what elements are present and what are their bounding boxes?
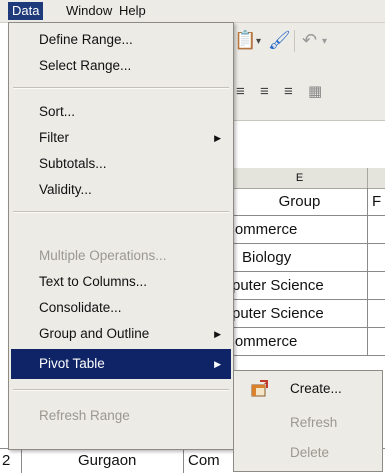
menu-item-refresh-range: Refresh Range xyxy=(39,408,130,423)
menu-item-select-range[interactable]: Select Range... xyxy=(11,53,231,79)
column-header-f[interactable] xyxy=(368,168,385,188)
formula-bar[interactable] xyxy=(232,120,385,170)
pivot-table-submenu: Create... Refresh Delete xyxy=(233,370,383,472)
menu-item-label: Filter xyxy=(39,130,69,145)
menu-item-multiple-operations: Multiple Operations... xyxy=(39,248,167,263)
submenu-arrow-icon: ▶ xyxy=(214,329,221,339)
menu-item-pivot-table[interactable]: Pivot Table ▶ xyxy=(11,349,231,379)
menu-item-group-and-outline[interactable]: Group and Outline ▶ xyxy=(11,321,231,347)
menu-separator xyxy=(13,389,229,391)
submenu-arrow-icon: ▶ xyxy=(214,359,221,369)
cell[interactable] xyxy=(368,216,385,244)
cell[interactable] xyxy=(368,300,385,328)
undo-icon[interactable]: ↶ xyxy=(302,30,317,50)
cell[interactable]: Biology xyxy=(232,244,368,272)
submenu-item-label: Create... xyxy=(290,381,342,396)
menu-item-text-to-columns[interactable]: Text to Columns... xyxy=(11,269,231,295)
menu-item-label: Group and Outline xyxy=(39,326,150,341)
menu-item-filter[interactable]: Filter ▶ xyxy=(11,125,231,151)
menu-item-define-range[interactable]: Define Range... xyxy=(11,27,231,53)
pivot-table-icon xyxy=(251,380,268,397)
align-right-icon[interactable]: ≡ xyxy=(260,82,269,102)
menu-help[interactable]: Help xyxy=(115,2,150,20)
menu-separator xyxy=(13,211,229,213)
cell[interactable]: Gurgaon xyxy=(22,449,184,473)
cell[interactable] xyxy=(368,272,385,300)
column-header-row: E xyxy=(232,168,385,189)
data-menu: Define Range... Select Range... Sort... … xyxy=(8,22,234,450)
table-icon[interactable]: ▦ xyxy=(308,82,322,102)
cell[interactable]: Group xyxy=(232,188,368,216)
menubar: Data Window Help xyxy=(0,0,385,23)
submenu-item-delete: Delete xyxy=(290,445,330,460)
cell[interactable]: F xyxy=(368,188,385,216)
align-justify-icon[interactable]: ≡ xyxy=(284,82,293,102)
menu-data[interactable]: Data xyxy=(8,2,44,20)
menu-item-sort[interactable]: Sort... xyxy=(11,99,231,125)
menu-item-consolidate[interactable]: Consolidate... xyxy=(11,295,231,321)
chevron-down-icon[interactable]: ▾ xyxy=(256,32,261,52)
row-number-cell[interactable]: 2 xyxy=(0,449,22,473)
menu-separator xyxy=(13,87,229,89)
cell[interactable]: puter Science xyxy=(232,272,368,300)
cell[interactable] xyxy=(368,328,385,356)
menu-window[interactable]: Window xyxy=(62,2,116,20)
submenu-item-refresh: Refresh xyxy=(290,415,338,430)
menu-item-label: Pivot Table xyxy=(39,356,105,371)
submenu-arrow-icon: ▶ xyxy=(214,133,221,143)
chevron-down-icon[interactable]: ▾ xyxy=(322,32,327,52)
menu-item-validity[interactable]: Validity... xyxy=(11,177,231,203)
submenu-item-create[interactable]: Create... xyxy=(236,375,380,403)
align-center-icon[interactable]: ≡ xyxy=(236,82,245,102)
paintbrush-icon[interactable]: 🖌 xyxy=(268,30,291,50)
cell[interactable]: puter Science xyxy=(232,300,368,328)
clipboard-icon[interactable]: 📋 xyxy=(234,30,256,50)
cell[interactable] xyxy=(368,244,385,272)
cell[interactable]: Commerce xyxy=(232,216,368,244)
column-header-e[interactable]: E xyxy=(232,168,368,188)
cell[interactable]: Commerce xyxy=(232,328,368,356)
menu-item-subtotals[interactable]: Subtotals... xyxy=(11,151,231,177)
